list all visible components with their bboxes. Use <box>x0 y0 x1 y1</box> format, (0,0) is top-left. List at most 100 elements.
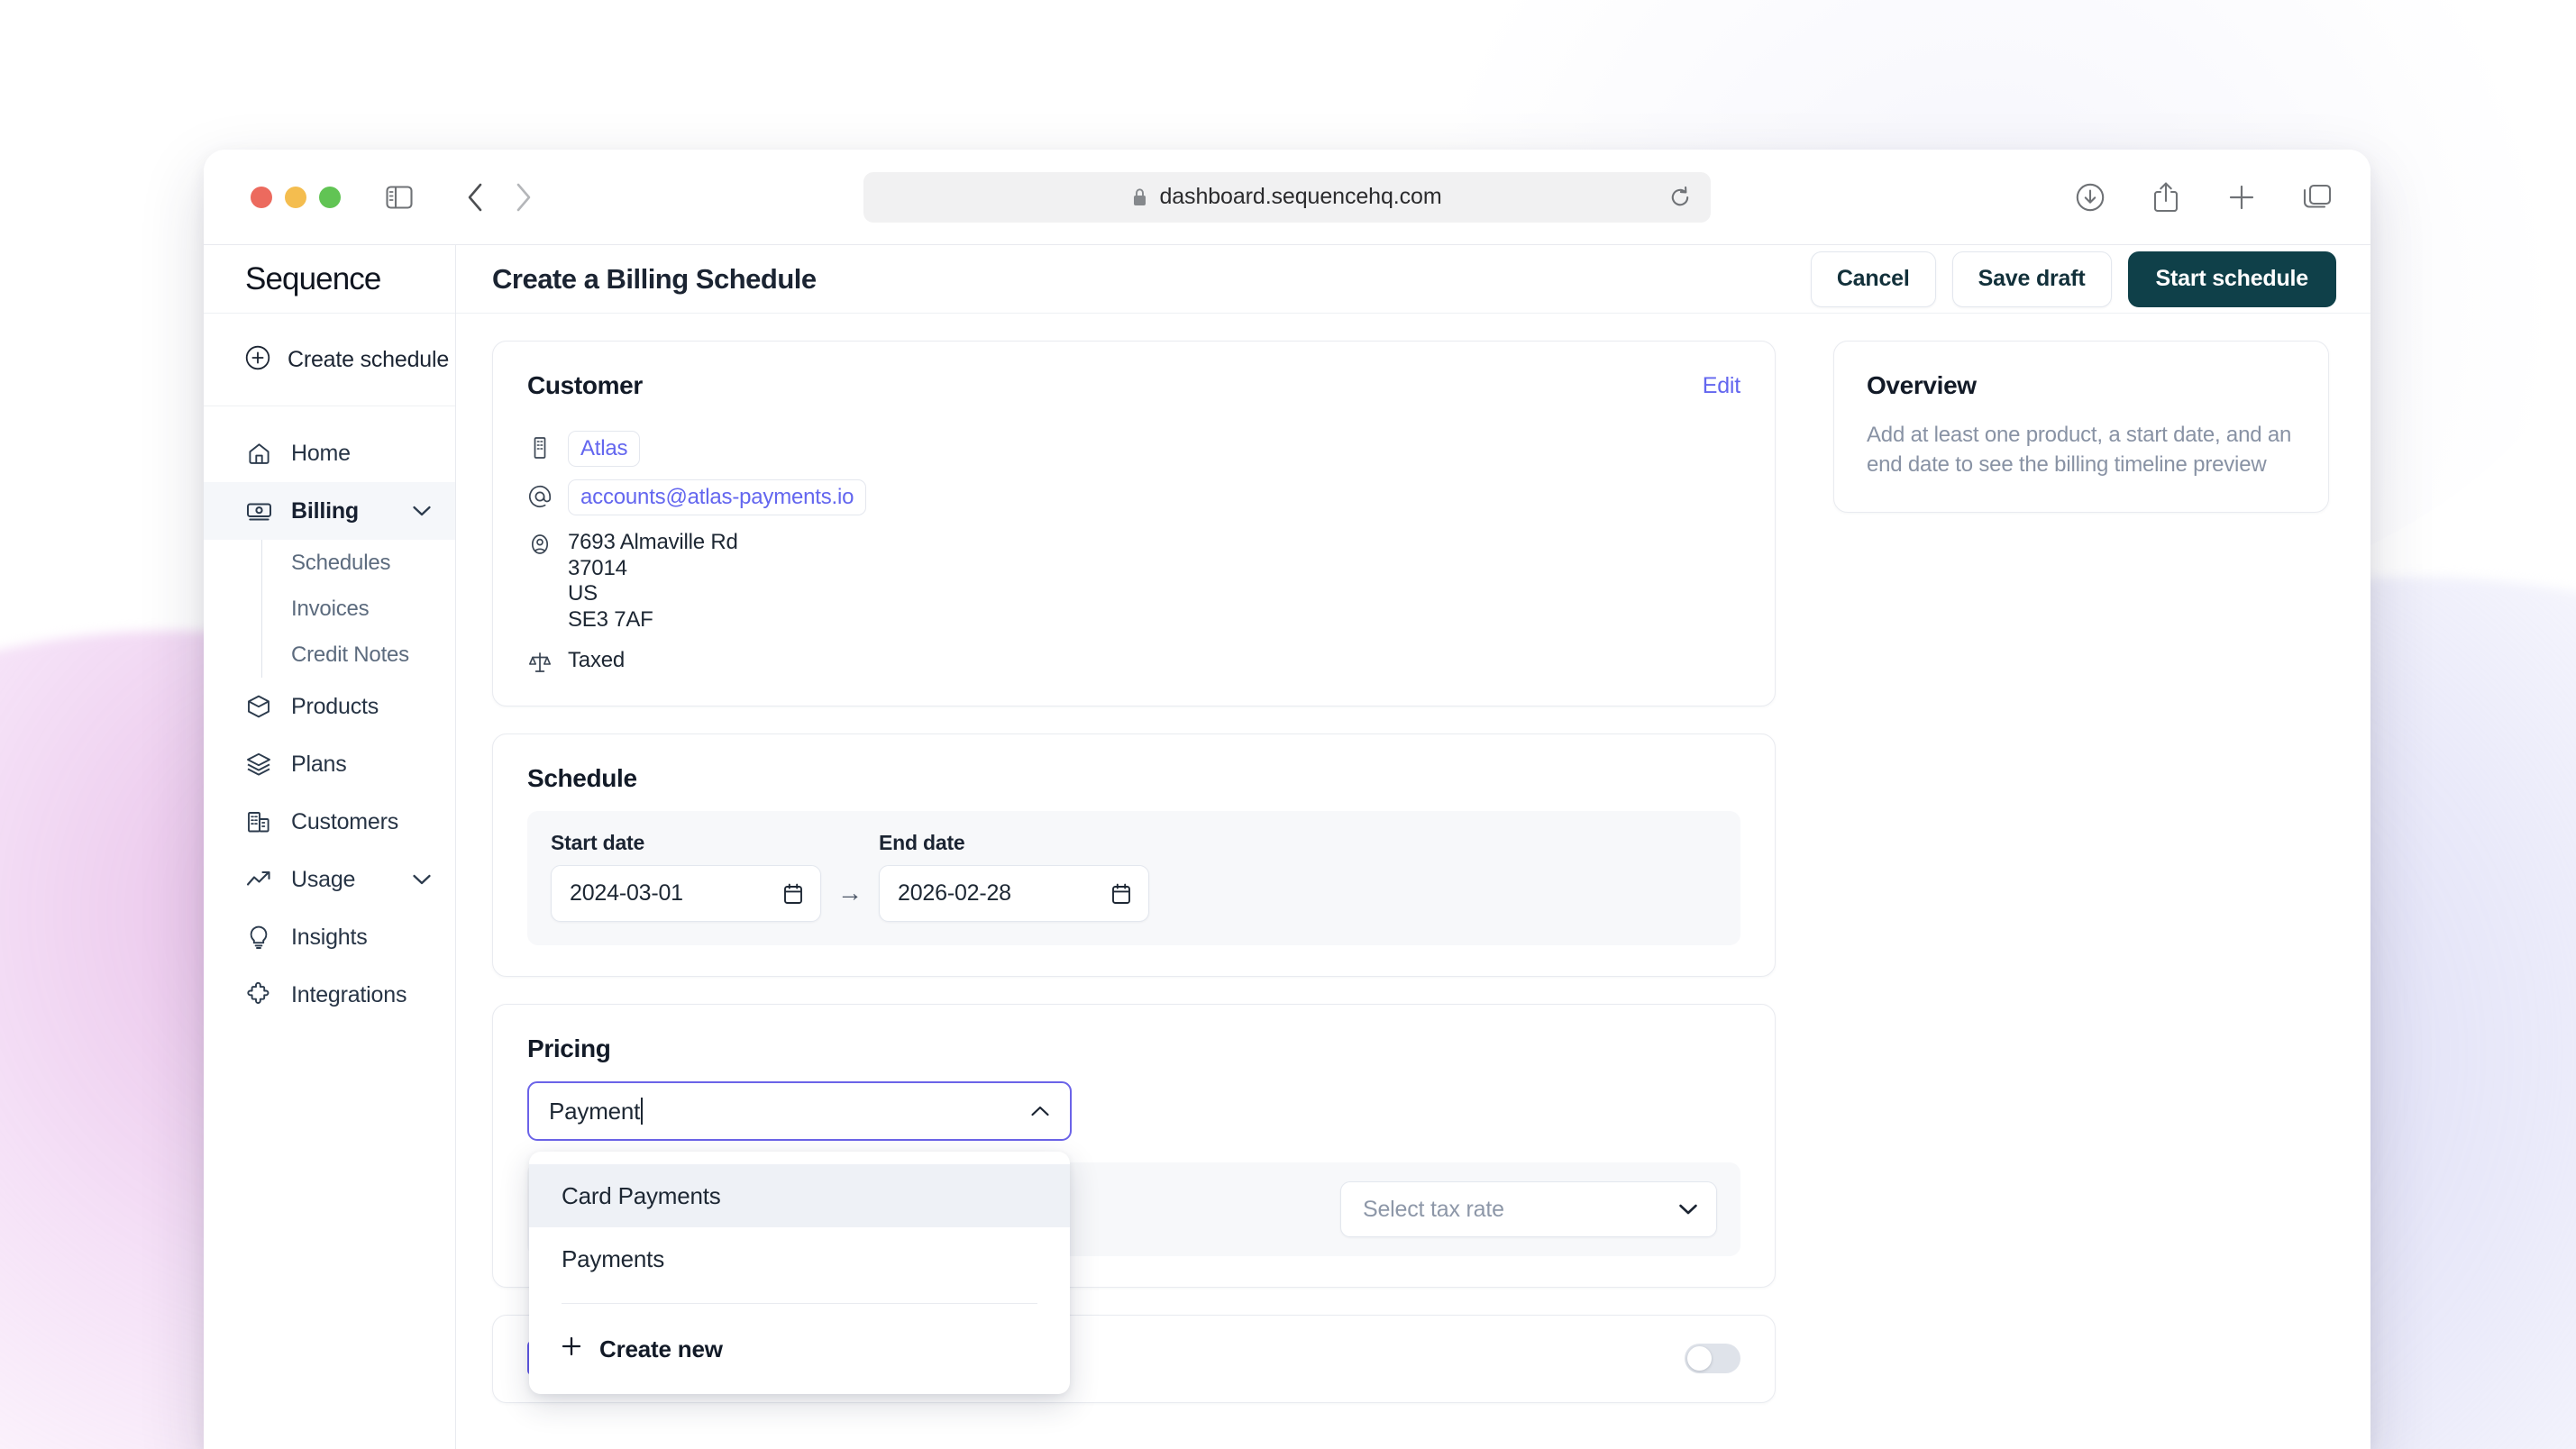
close-window-button[interactable] <box>251 187 272 208</box>
sidebar-subitem-label: Credit Notes <box>291 642 409 668</box>
chevron-down-icon[interactable] <box>412 873 432 886</box>
sidebar-item-label: Integrations <box>291 982 406 1008</box>
address-line: 37014 <box>568 556 738 582</box>
start-date-input[interactable]: 2024-03-01 <box>551 865 821 922</box>
chevron-up-icon[interactable] <box>1030 1105 1050 1117</box>
chevron-down-icon[interactable] <box>1678 1203 1698 1216</box>
stripe-toggle[interactable] <box>1685 1344 1740 1373</box>
maximize-window-button[interactable] <box>319 187 341 208</box>
browser-toolbar-right <box>2069 177 2338 218</box>
url-bar[interactable]: dashboard.sequencehq.com <box>863 172 1711 223</box>
toggle-knob <box>1687 1346 1712 1371</box>
sidebar-item-usage[interactable]: Usage <box>204 851 455 908</box>
building-icon <box>245 808 272 835</box>
customer-address-row: 7693 Almaville Rd 37014 US SE3 7AF <box>527 528 1740 633</box>
brand-logo[interactable]: Sequence <box>204 245 455 314</box>
puzzle-icon <box>245 981 272 1008</box>
browser-chrome: dashboard.sequencehq.com <box>204 150 2370 244</box>
pricing-card-body: Payment Card Payments Paym <box>493 1063 1775 1287</box>
pricing-card-title: Pricing <box>527 1034 610 1063</box>
text-caret <box>641 1098 643 1125</box>
browser-window: dashboard.sequencehq.com <box>204 150 2370 1449</box>
dropdown-option-payments[interactable]: Payments <box>529 1227 1070 1290</box>
calendar-icon[interactable] <box>782 882 804 906</box>
cancel-button[interactable]: Cancel <box>1811 251 1936 307</box>
save-draft-button[interactable]: Save draft <box>1952 251 2112 307</box>
dropdown-option-card-payments[interactable]: Card Payments <box>529 1164 1070 1227</box>
pricing-card-header: Pricing <box>493 1005 1775 1063</box>
chevron-down-icon[interactable] <box>412 505 432 517</box>
form-column: Customer Edit <box>456 341 1812 1449</box>
product-dropdown-menu: Card Payments Payments <box>529 1152 1070 1394</box>
sidebar-item-credit-notes[interactable]: Credit Notes <box>262 632 455 678</box>
customer-card-title: Customer <box>527 371 643 400</box>
sidebar-item-plans[interactable]: Plans <box>204 735 455 793</box>
sidebar-item-customers[interactable]: Customers <box>204 793 455 851</box>
address-line: 7693 Almaville Rd <box>568 530 738 556</box>
customer-name-chip[interactable]: Atlas <box>568 431 640 467</box>
map-pin-icon <box>527 533 553 558</box>
customer-card-header: Customer Edit <box>493 342 1775 400</box>
minimize-window-button[interactable] <box>285 187 306 208</box>
sidebar: Sequence Create schedule <box>204 245 456 1449</box>
customer-card: Customer Edit <box>492 341 1776 706</box>
sidebar-item-billing[interactable]: Billing <box>204 482 455 540</box>
new-tab-icon[interactable] <box>2221 177 2262 218</box>
reload-icon[interactable] <box>1662 179 1698 215</box>
customer-email-chip[interactable]: accounts@atlas-payments.io <box>568 479 866 515</box>
end-date-input[interactable]: 2026-02-28 <box>879 865 1149 922</box>
browser-back-icon[interactable] <box>454 177 496 218</box>
dropdown-create-new-button[interactable]: Create new <box>529 1317 1070 1381</box>
overview-description: Add at least one product, a start date, … <box>1867 420 2296 479</box>
sidebar-item-home[interactable]: Home <box>204 424 455 482</box>
scales-icon <box>527 650 553 675</box>
tab-overview-icon[interactable] <box>2297 177 2338 218</box>
downloads-icon[interactable] <box>2069 177 2111 218</box>
browser-forward-icon[interactable] <box>503 177 544 218</box>
app-root: Sequence Create schedule <box>204 244 2370 1449</box>
page-header: Create a Billing Schedule Cancel Save dr… <box>456 245 2370 314</box>
overview-card: Overview Add at least one product, a sta… <box>1833 341 2329 513</box>
pricing-card: Pricing Payment <box>492 1004 1776 1288</box>
traffic-lights <box>251 187 341 208</box>
schedule-card-body: Start date 2024-03-01 <box>493 793 1775 976</box>
box-icon <box>245 693 272 720</box>
trending-up-icon <box>245 866 272 893</box>
end-date-label: End date <box>879 831 1149 855</box>
page-content: Customer Edit <box>456 314 2370 1449</box>
sidebar-item-label: Plans <box>291 752 347 778</box>
share-icon[interactable] <box>2145 177 2187 218</box>
sidebar-toggle-icon[interactable] <box>379 177 420 218</box>
customer-email-row: accounts@atlas-payments.io <box>527 479 1740 515</box>
start-date-group: Start date 2024-03-01 <box>551 831 821 922</box>
at-sign-icon <box>527 484 553 509</box>
lock-icon <box>1132 187 1147 207</box>
customer-edit-link[interactable]: Edit <box>1703 373 1740 399</box>
tax-rate-placeholder: Select tax rate <box>1363 1197 1504 1223</box>
calendar-icon[interactable] <box>1110 882 1132 906</box>
dropdown-separator <box>562 1303 1037 1304</box>
sidebar-item-schedules[interactable]: Schedules <box>262 540 455 586</box>
sidebar-nav: Home Billing <box>204 406 455 1024</box>
sidebar-item-invoices[interactable]: Invoices <box>262 586 455 632</box>
page-title: Create a Billing Schedule <box>492 263 817 296</box>
sidebar-item-label: Billing <box>291 498 359 524</box>
product-search-input[interactable]: Payment <box>527 1081 1072 1141</box>
sidebar-item-insights[interactable]: Insights <box>204 908 455 966</box>
plus-circle-icon <box>245 345 270 375</box>
url-text: dashboard.sequencehq.com <box>1159 184 1441 210</box>
overview-column: Overview Add at least one product, a sta… <box>1812 341 2370 1449</box>
sidebar-item-integrations[interactable]: Integrations <box>204 966 455 1024</box>
sidebar-item-label: Customers <box>291 809 398 835</box>
brand-text: Sequence <box>245 261 380 297</box>
start-schedule-button[interactable]: Start schedule <box>2128 251 2336 307</box>
building-icon <box>527 435 553 460</box>
sidebar-item-products[interactable]: Products <box>204 678 455 735</box>
home-icon <box>245 440 272 467</box>
lightbulb-icon <box>245 924 272 951</box>
overview-title: Overview <box>1867 371 2296 400</box>
tax-rate-select[interactable]: Select tax rate <box>1340 1181 1717 1237</box>
address-line: SE3 7AF <box>568 607 738 633</box>
create-schedule-button[interactable]: Create schedule <box>204 314 455 406</box>
schedule-card-header: Schedule <box>493 734 1775 793</box>
